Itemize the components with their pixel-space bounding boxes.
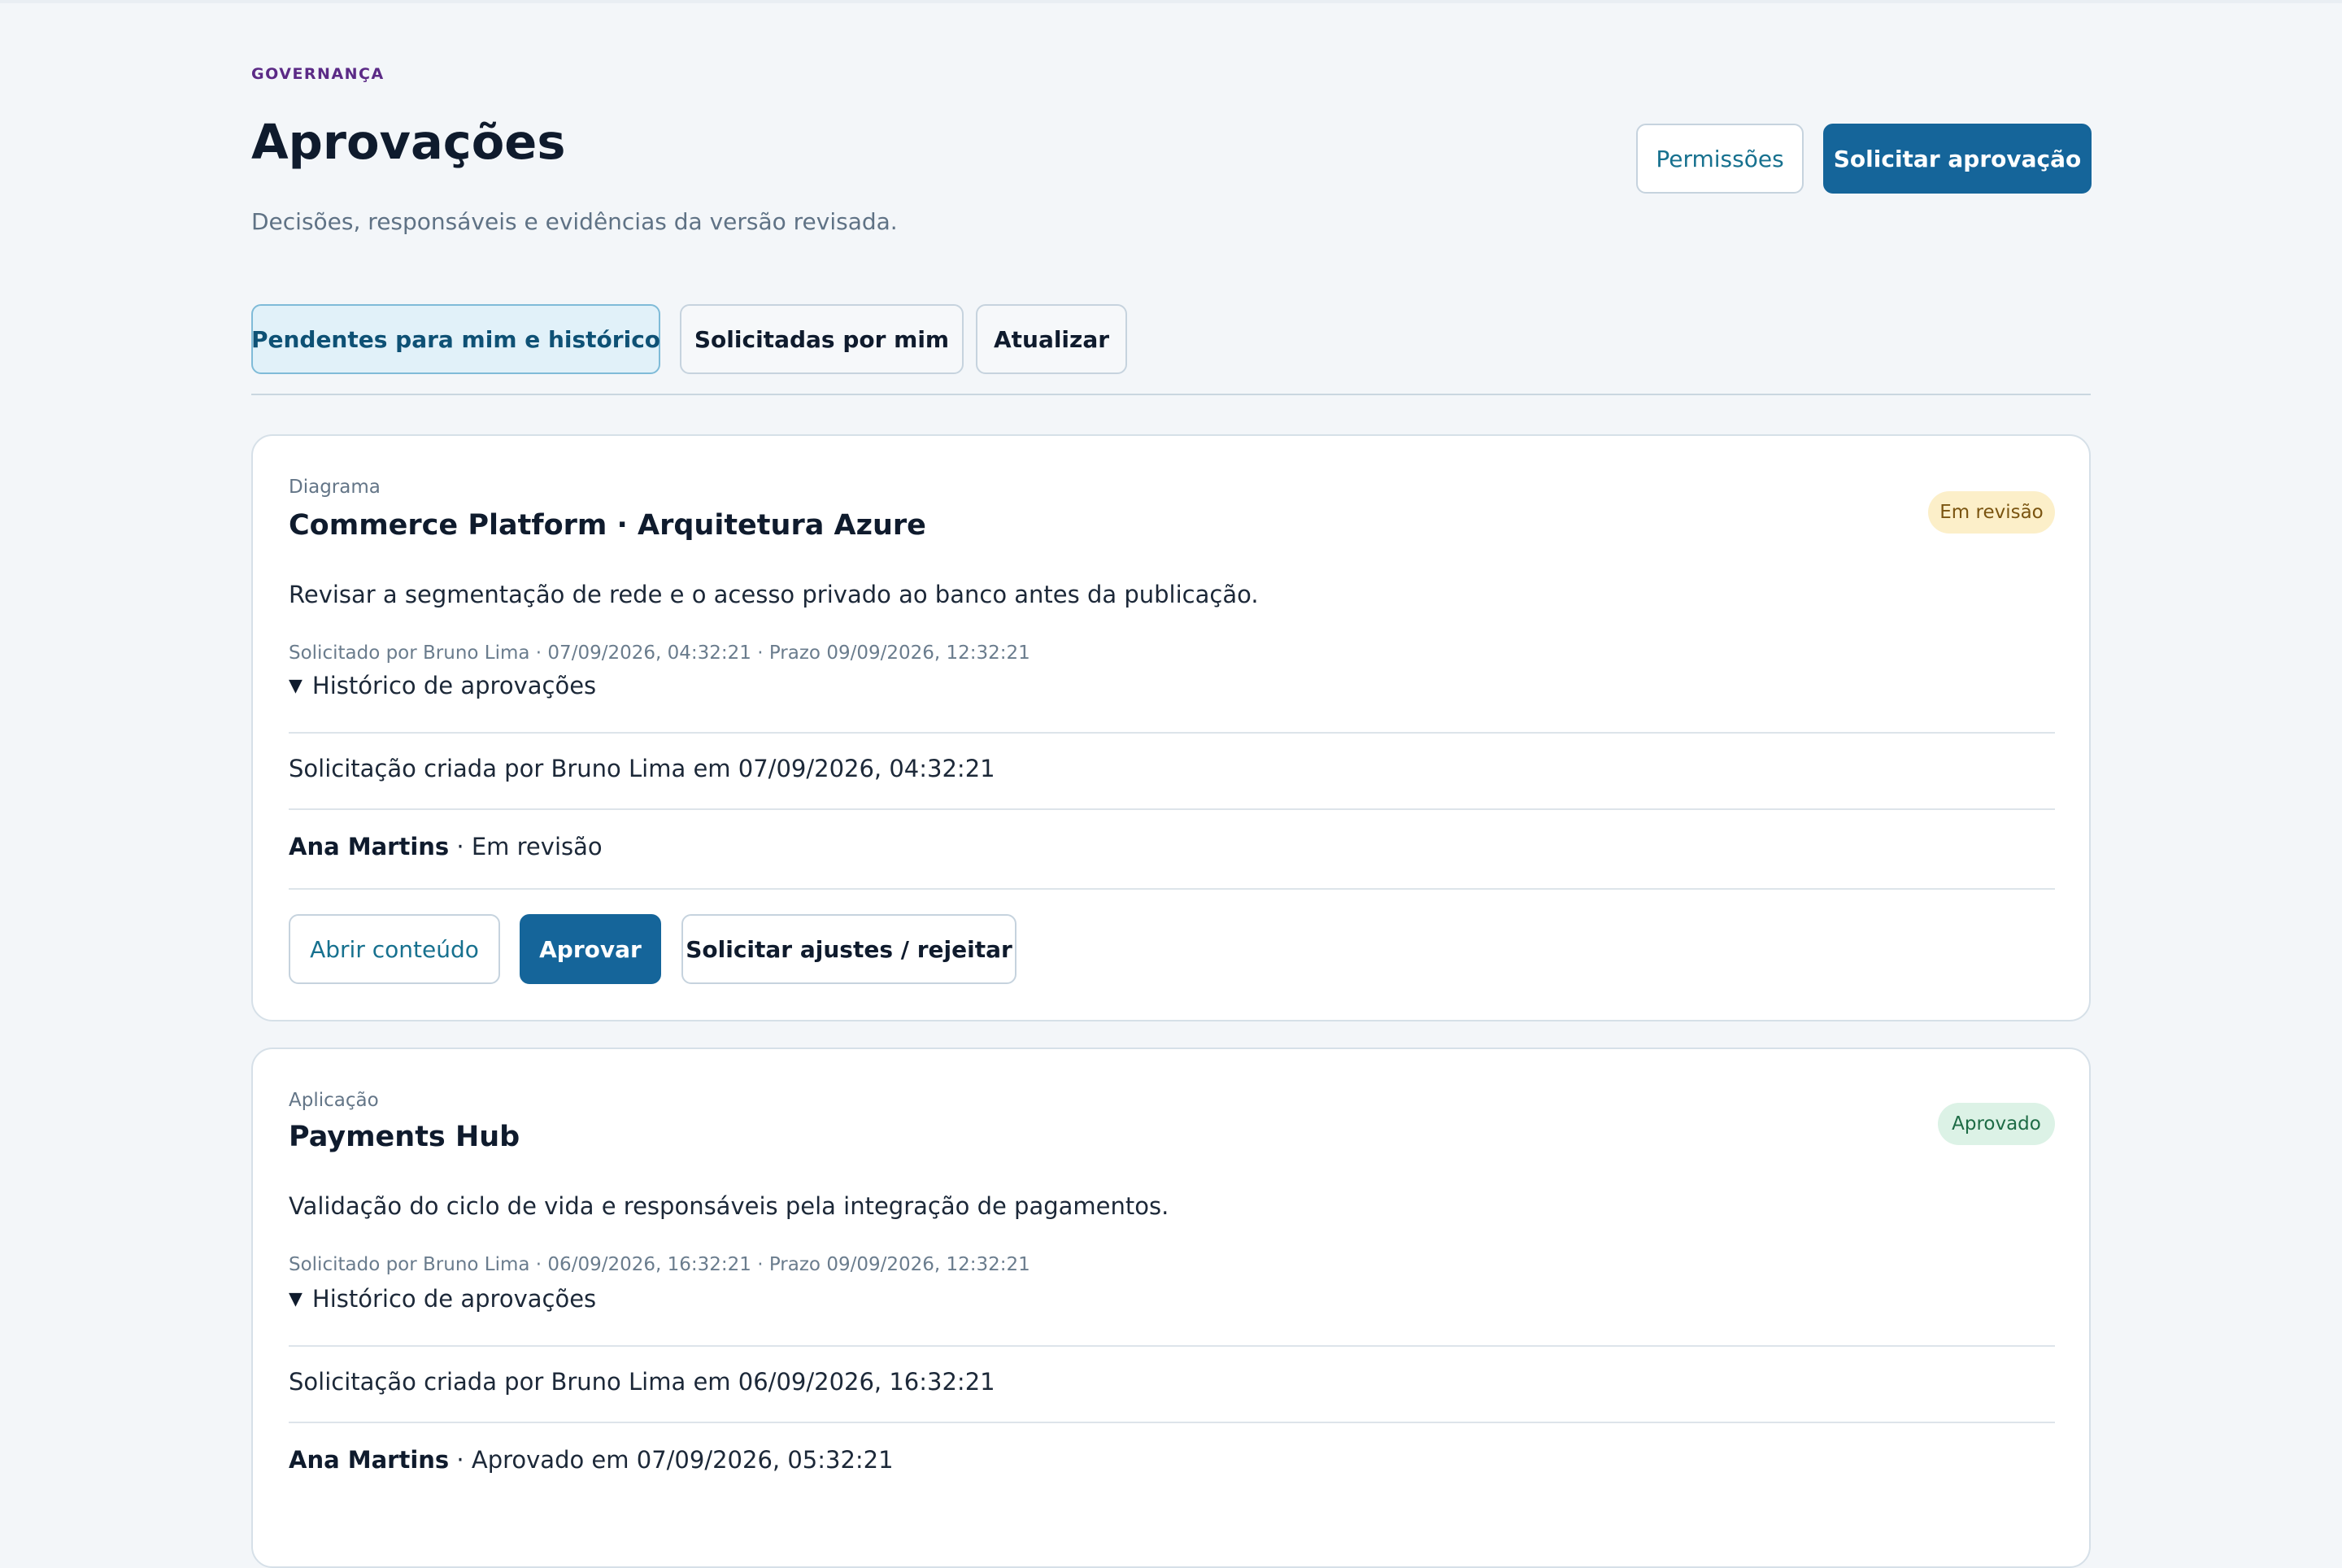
card-description: Validação do ciclo de vida e responsávei…	[289, 1192, 1169, 1220]
history-entry-reviewer: Ana Martins · Aprovado em 07/09/2026, 05…	[289, 1446, 894, 1474]
page-title: Aprovações	[251, 114, 566, 170]
history-divider	[289, 888, 2055, 890]
history-toggle[interactable]: ▼ Histórico de aprovações	[289, 672, 596, 699]
history-divider	[289, 808, 2055, 810]
tab-pending-and-history[interactable]: Pendentes para mim e histórico	[251, 304, 660, 374]
approval-card: Diagrama Commerce Platform · Arquitetura…	[251, 434, 2091, 1021]
request-meta: Solicitado por Bruno Lima · 07/09/2026, …	[289, 642, 1030, 664]
reviewer-name: Ana Martins	[289, 833, 450, 860]
request-approval-button[interactable]: Solicitar aprovação	[1823, 124, 2092, 194]
card-title: Commerce Platform · Arquitetura Azure	[289, 509, 926, 542]
content-kind: Diagrama	[289, 477, 381, 498]
reviewer-name: Ana Martins	[289, 1446, 450, 1474]
request-changes-reject-button[interactable]: Solicitar ajustes / rejeitar	[681, 914, 1016, 984]
refresh-button[interactable]: Atualizar	[976, 304, 1127, 374]
content-kind: Aplicação	[289, 1090, 379, 1111]
tabs-divider	[251, 394, 2091, 395]
reviewer-status: · Em revisão	[449, 833, 603, 860]
card-description: Revisar a segmentação de rede e o acesso…	[289, 581, 1259, 608]
triangle-down-icon: ▼	[289, 675, 303, 696]
card-title: Payments Hub	[289, 1121, 520, 1153]
top-edge	[0, 0, 2342, 3]
history-entry-created: Solicitação criada por Bruno Lima em 06/…	[289, 1368, 995, 1396]
history-entry-reviewer: Ana Martins · Em revisão	[289, 833, 603, 860]
history-label: Histórico de aprovações	[311, 1285, 597, 1313]
history-divider	[289, 1345, 2055, 1347]
tab-requested-by-me[interactable]: Solicitadas por mim	[680, 304, 964, 374]
section-eyebrow: GOVERNANÇA	[251, 65, 385, 83]
history-divider	[289, 732, 2055, 734]
status-badge: Aprovado	[1938, 1103, 2055, 1145]
approve-button[interactable]: Aprovar	[520, 914, 661, 984]
triangle-down-icon: ▼	[289, 1288, 303, 1309]
reviewer-status: · Aprovado em 07/09/2026, 05:32:21	[449, 1446, 894, 1474]
approval-card: Aplicação Payments Hub Aprovado Validaçã…	[251, 1048, 2091, 1568]
page-subtitle: Decisões, responsáveis e evidências da v…	[251, 208, 898, 235]
history-divider	[289, 1422, 2055, 1423]
history-entry-created: Solicitação criada por Bruno Lima em 07/…	[289, 755, 995, 782]
status-badge: Em revisão	[1928, 491, 2055, 534]
request-meta: Solicitado por Bruno Lima · 06/09/2026, …	[289, 1254, 1030, 1275]
history-label: Histórico de aprovações	[311, 672, 597, 699]
open-content-button[interactable]: Abrir conteúdo	[289, 914, 500, 984]
permissions-button[interactable]: Permissões	[1636, 124, 1804, 194]
history-toggle[interactable]: ▼ Histórico de aprovações	[289, 1285, 596, 1313]
